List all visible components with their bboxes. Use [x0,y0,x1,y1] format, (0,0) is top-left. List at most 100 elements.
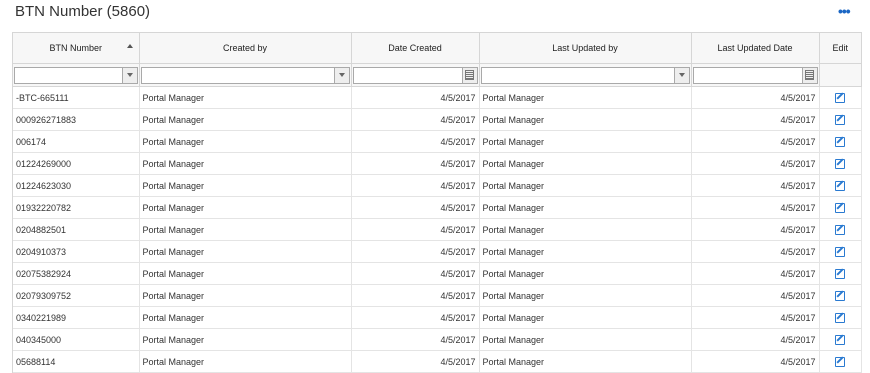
edit-cell [819,306,862,329]
btn-number-cell: 0204910373 [13,240,140,263]
date-picker-button[interactable] [801,67,817,83]
edit-icon[interactable] [835,246,845,257]
edit-icon[interactable] [835,312,845,323]
sort-ascending-icon[interactable] [126,44,133,48]
last-updated-by-cell: Portal Manager [479,328,692,351]
column-header-last-updated-date[interactable]: Last Updated Date [691,33,820,64]
edit-icon[interactable] [835,180,845,191]
table-row[interactable]: 0204882501 Portal Manager 4/5/2017 Portal M… [13,218,862,241]
edit-cell [819,284,862,307]
filter-cell [479,63,692,87]
edit-icon[interactable] [835,92,845,103]
last-updated-date-cell: 4/5/2017 [691,240,820,263]
filter-dropdown-button[interactable] [673,67,689,83]
table-row[interactable]: 006174 Portal Manager 4/5/2017 Portal Manag… [13,130,862,153]
filter-cell [351,63,480,87]
date-created-cell: 4/5/2017 [351,108,480,131]
column-header-created-by[interactable]: Created by [139,33,352,64]
edit-cell [819,218,862,241]
last-updated-by-cell: Portal Manager [479,86,692,109]
table-row[interactable]: 000926271883 Portal Manager 4/5/2017 Portal… [13,108,862,131]
last-updated-by-filter-input[interactable] [481,67,674,83]
edit-cell [819,86,862,109]
edit-icon[interactable] [835,202,845,213]
date-created-cell: 4/5/2017 [351,284,480,307]
edit-cell [819,130,862,153]
created-by-cell: Portal Manager [139,240,352,263]
btn-number-cell: 0204882501 [13,218,140,241]
calendar-icon [805,70,814,80]
created-by-filter [140,66,350,84]
btn-number-cell: 01932220782 [13,196,140,219]
filter-cell [139,63,352,87]
column-header-btn-number[interactable]: BTN Number [13,33,140,64]
last-updated-by-cell: Portal Manager [479,130,692,153]
edit-cell [819,196,862,219]
edit-icon[interactable] [835,290,845,301]
table-row[interactable]: 05688114 Portal Manager 4/5/2017 Portal Man… [13,350,862,373]
more-options-icon[interactable]: ••• [838,3,851,19]
date-created-cell: 4/5/2017 [351,328,480,351]
page-title: BTN Number (5860) [15,3,151,20]
last-updated-date-filter-input[interactable] [693,67,802,83]
last-updated-by-cell: Portal Manager [479,152,692,175]
column-header-date-created[interactable]: Date Created [351,33,480,64]
created-by-cell: Portal Manager [139,152,352,175]
created-by-cell: Portal Manager [139,262,352,285]
last-updated-date-cell: 4/5/2017 [691,196,820,219]
last-updated-by-cell: Portal Manager [479,262,692,285]
last-updated-date-cell: 4/5/2017 [691,130,820,153]
created-by-cell: Portal Manager [139,130,352,153]
last-updated-date-filter [692,66,818,84]
column-header-label: BTN Number [49,43,102,53]
last-updated-by-cell: Portal Manager [479,284,692,307]
last-updated-date-cell: 4/5/2017 [691,218,820,241]
btn-number-cell: 040345000 [13,328,140,351]
edit-icon[interactable] [835,334,845,345]
table-row[interactable]: 02079309752 Portal Manager 4/5/2017 Portal … [13,284,862,307]
last-updated-date-cell: 4/5/2017 [691,174,820,197]
edit-icon[interactable] [835,158,845,169]
table-row[interactable]: 02075382924 Portal Manager 4/5/2017 Portal … [13,262,862,285]
filter-dropdown-button[interactable] [333,67,349,83]
date-created-cell: 4/5/2017 [351,130,480,153]
calendar-icon [465,70,474,80]
column-header-last-updated-by[interactable]: Last Updated by [479,33,692,64]
edit-icon[interactable] [835,268,845,279]
last-updated-by-cell: Portal Manager [479,108,692,131]
created-by-cell: Portal Manager [139,350,352,373]
last-updated-by-cell: Portal Manager [479,196,692,219]
btn-number-filter [14,66,138,84]
created-by-cell: Portal Manager [139,218,352,241]
data-grid: BTN Number Created by Date Created Last … [12,32,862,373]
edit-cell [819,174,862,197]
date-picker-button[interactable] [461,67,477,83]
last-updated-by-filter [480,66,690,84]
table-row[interactable]: 040345000 Portal Manager 4/5/2017 Portal Ma… [13,328,862,351]
edit-icon[interactable] [835,114,845,125]
date-created-cell: 4/5/2017 [351,196,480,219]
table-row[interactable]: -BTC-665111 Portal Manager 4/5/2017 Portal … [13,86,862,109]
table-body: -BTC-665111 Portal Manager 4/5/2017 Portal … [13,86,862,373]
last-updated-date-cell: 4/5/2017 [691,262,820,285]
edit-icon[interactable] [835,136,845,147]
date-created-cell: 4/5/2017 [351,262,480,285]
date-created-filter [352,66,478,84]
created-by-filter-input[interactable] [141,67,334,83]
edit-icon[interactable] [835,356,845,367]
last-updated-by-cell: Portal Manager [479,350,692,373]
table-row[interactable]: 01224269000 Portal Manager 4/5/2017 Portal … [13,152,862,175]
table-row[interactable]: 01224623030 Portal Manager 4/5/2017 Portal … [13,174,862,197]
last-updated-date-cell: 4/5/2017 [691,328,820,351]
btn-number-filter-input[interactable] [15,67,122,83]
table-row[interactable]: 0340221989 Portal Manager 4/5/2017 Portal M… [13,306,862,329]
date-created-filter-input[interactable] [353,67,462,83]
filter-dropdown-button[interactable] [121,67,137,83]
chevron-down-icon [338,73,345,77]
date-created-cell: 4/5/2017 [351,306,480,329]
table-row[interactable]: 0204910373 Portal Manager 4/5/2017 Portal M… [13,240,862,263]
table-row[interactable]: 01932220782 Portal Manager 4/5/2017 Portal … [13,196,862,219]
last-updated-by-cell: Portal Manager [479,240,692,263]
edit-icon[interactable] [835,224,845,235]
last-updated-date-cell: 4/5/2017 [691,350,820,373]
